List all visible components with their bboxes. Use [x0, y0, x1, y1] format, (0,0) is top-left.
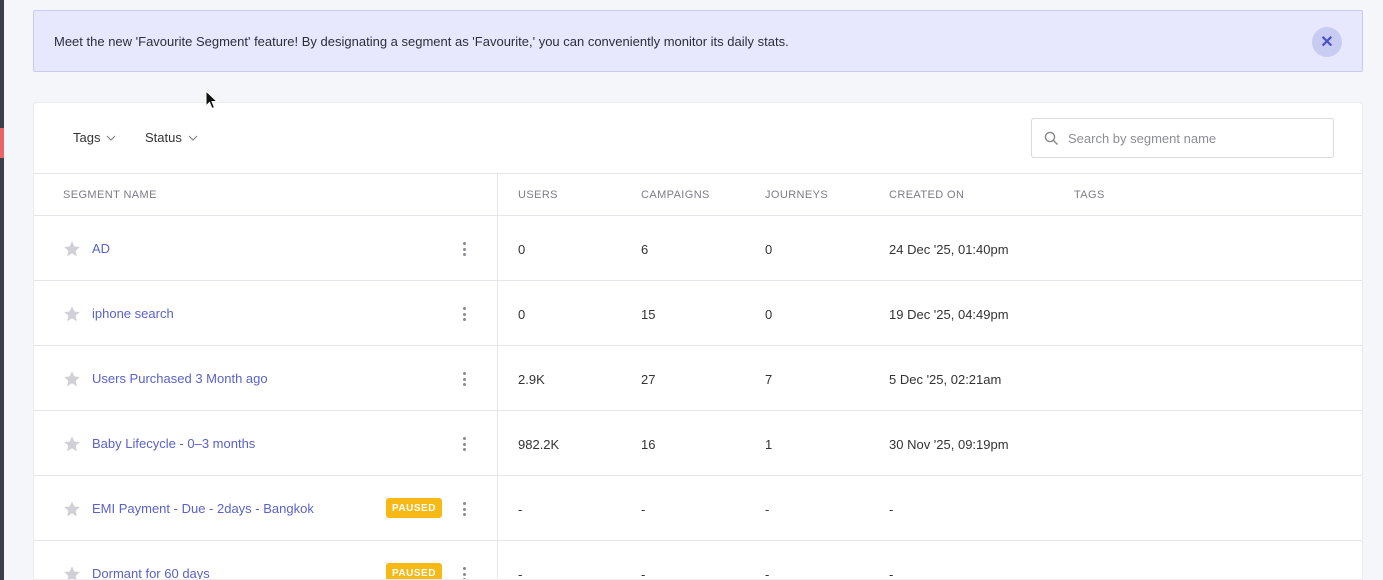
- more-options-icon[interactable]: [458, 565, 470, 579]
- journeys-count: -: [765, 567, 770, 580]
- created-on-date: 24 Dec '25, 01:40pm: [889, 242, 1009, 257]
- segment-name-link[interactable]: EMI Payment - Due - 2days - Bangkok: [92, 501, 314, 516]
- campaigns-count: 27: [641, 372, 656, 387]
- star-icon[interactable]: [63, 370, 81, 388]
- paused-status-badge: PAUSED: [386, 563, 442, 579]
- star-icon[interactable]: [63, 500, 81, 518]
- campaigns-count: -: [641, 567, 646, 580]
- star-icon[interactable]: [63, 240, 81, 258]
- segment-name-link[interactable]: iphone search: [92, 306, 174, 321]
- more-options-icon[interactable]: [458, 240, 470, 258]
- column-header-segment-name[interactable]: SEGMENT NAME: [63, 189, 157, 201]
- segment-name-link[interactable]: Baby Lifecycle - 0–3 months: [92, 436, 255, 451]
- star-icon[interactable]: [63, 565, 81, 580]
- column-header-created-on[interactable]: CREATED ON: [889, 189, 964, 201]
- search-icon: [1044, 131, 1058, 145]
- created-on-date: -: [889, 567, 894, 580]
- created-on-date: 19 Dec '25, 04:49pm: [889, 307, 1009, 322]
- more-options-icon[interactable]: [458, 500, 470, 518]
- journeys-count: 7: [765, 372, 773, 387]
- table-row[interactable]: Users Purchased 3 Month ago 2.9K 27 7 5 …: [34, 346, 1362, 411]
- table-row[interactable]: EMI Payment - Due - 2days - Bangkok PAUS…: [34, 476, 1362, 541]
- star-icon[interactable]: [63, 305, 81, 323]
- table-header: SEGMENT NAME USERS CAMPAIGNS JOURNEYS CR…: [34, 174, 1362, 216]
- status-filter-dropdown[interactable]: Status: [145, 130, 198, 145]
- column-header-tags: TAGS: [1074, 189, 1105, 201]
- column-header-users[interactable]: USERS: [518, 189, 558, 201]
- table-row[interactable]: Dormant for 60 days PAUSED - - - -: [34, 541, 1362, 580]
- journeys-count: 0: [765, 307, 773, 322]
- column-header-journeys[interactable]: JOURNEYS: [765, 189, 828, 201]
- chevron-down-icon: [107, 135, 116, 141]
- campaigns-count: 16: [641, 437, 656, 452]
- users-count: -: [518, 502, 523, 517]
- banner-text: Meet the new 'Favourite Segment' feature…: [54, 33, 789, 49]
- left-rail-active-indicator: [0, 128, 4, 158]
- users-count: 2.9K: [518, 372, 545, 387]
- table-body: AD 0 6 0 24 Dec '25, 01:40pm iphone sear…: [34, 216, 1362, 580]
- paused-status-badge: PAUSED: [386, 498, 442, 518]
- campaigns-count: 15: [641, 307, 656, 322]
- segments-panel: Tags Status SEGMENT NAME USERS CAMPAIGNS…: [33, 102, 1363, 580]
- feature-banner: Meet the new 'Favourite Segment' feature…: [33, 10, 1363, 72]
- journeys-count: 0: [765, 242, 773, 257]
- segment-search-box[interactable]: [1031, 118, 1334, 158]
- users-count: -: [518, 567, 523, 580]
- tags-filter-dropdown[interactable]: Tags: [73, 130, 116, 145]
- campaigns-count: -: [641, 502, 646, 517]
- created-on-date: 30 Nov '25, 09:19pm: [889, 437, 1009, 452]
- tags-filter-label: Tags: [73, 130, 101, 145]
- users-count: 0: [518, 307, 526, 322]
- table-row[interactable]: iphone search 0 15 0 19 Dec '25, 04:49pm: [34, 281, 1362, 346]
- table-row[interactable]: Baby Lifecycle - 0–3 months 982.2K 16 1 …: [34, 411, 1362, 476]
- more-options-icon[interactable]: [458, 370, 470, 388]
- segment-name-link[interactable]: AD: [92, 241, 110, 256]
- users-count: 0: [518, 242, 526, 257]
- close-icon[interactable]: ✕: [1312, 27, 1342, 57]
- created-on-date: -: [889, 502, 894, 517]
- campaigns-count: 6: [641, 242, 649, 257]
- more-options-icon[interactable]: [458, 305, 470, 323]
- left-rail: [0, 0, 4, 580]
- created-on-date: 5 Dec '25, 02:21am: [889, 372, 1002, 387]
- journeys-count: -: [765, 502, 770, 517]
- search-input[interactable]: [1068, 130, 1308, 146]
- table-row[interactable]: AD 0 6 0 24 Dec '25, 01:40pm: [34, 216, 1362, 281]
- chevron-down-icon: [188, 135, 198, 141]
- journeys-count: 1: [765, 437, 773, 452]
- segment-name-link[interactable]: Users Purchased 3 Month ago: [92, 371, 268, 386]
- star-icon[interactable]: [63, 435, 81, 453]
- status-filter-label: Status: [145, 130, 182, 145]
- filter-bar: Tags Status: [34, 103, 1362, 174]
- more-options-icon[interactable]: [458, 435, 470, 453]
- segment-name-link[interactable]: Dormant for 60 days: [92, 566, 210, 579]
- column-header-campaigns[interactable]: CAMPAIGNS: [641, 189, 710, 201]
- users-count: 982.2K: [518, 437, 560, 452]
